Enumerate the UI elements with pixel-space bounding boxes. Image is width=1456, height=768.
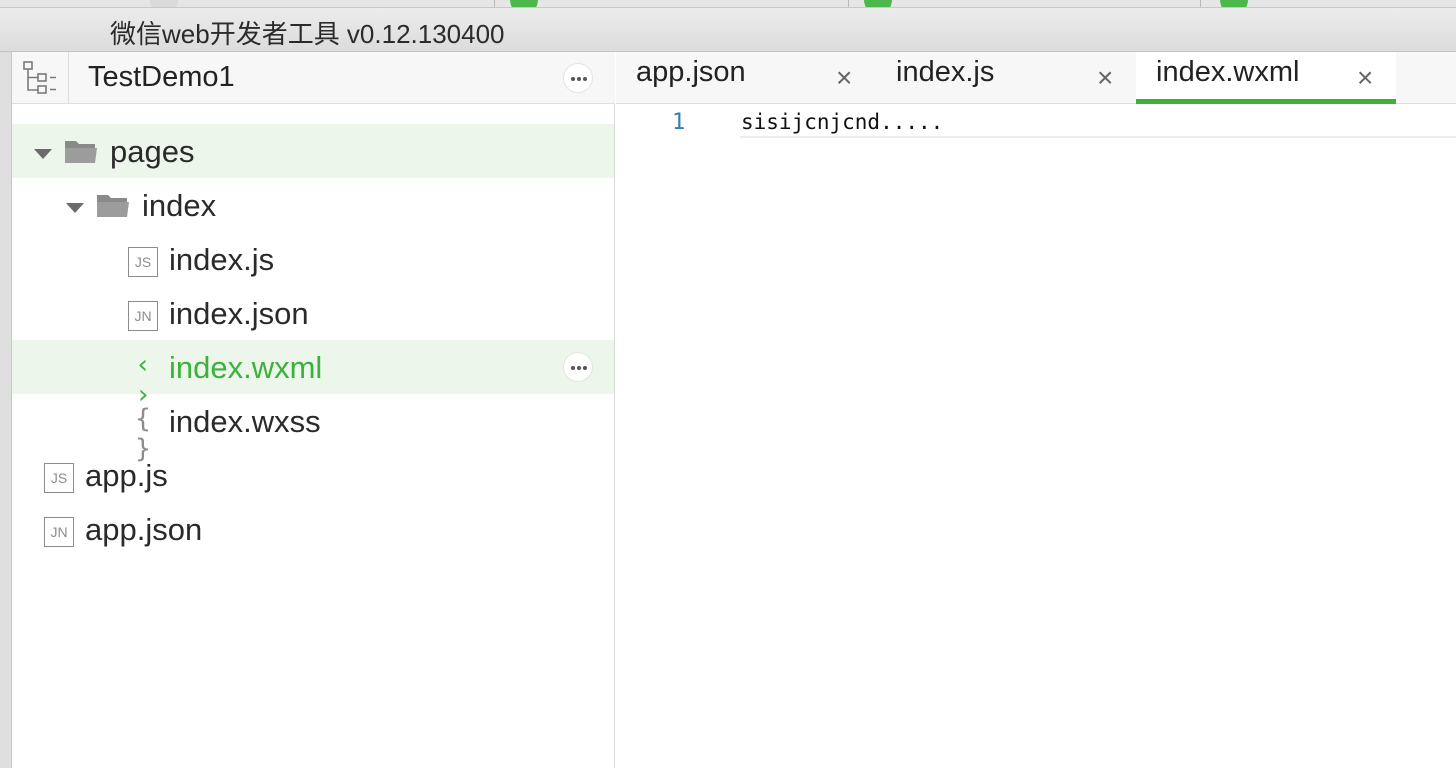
tab-index-js[interactable]: index.js × (876, 52, 1136, 104)
tree-item-label: index.json (169, 296, 309, 331)
json-file-icon: JN (44, 517, 74, 547)
tree-item-index-wxml[interactable]: ‹ › index.wxml (12, 340, 614, 410)
left-edge-strip (0, 52, 12, 768)
tree-item-pages-folder[interactable]: pages (12, 124, 614, 178)
tree-item-index-wxss[interactable]: { } index.wxss (12, 394, 614, 464)
expand-caret-icon[interactable] (66, 203, 84, 213)
tab-label: index.js (896, 56, 995, 88)
sidebar-header: TestDemo1 (12, 52, 615, 104)
folder-open-icon (97, 195, 129, 217)
tab-separator (494, 0, 495, 7)
tab-label: index.wxml (1156, 56, 1300, 88)
file-more-button[interactable] (563, 352, 593, 382)
browser-tab-strip (0, 0, 1456, 8)
tree-item-label: index (142, 188, 217, 223)
close-icon[interactable]: × (1357, 64, 1373, 92)
tree-item-label: index.wxml (169, 350, 323, 385)
json-file-icon: JN (128, 301, 158, 331)
tree-item-app-json[interactable]: JN app.json (12, 502, 614, 556)
tree-item-index-json[interactable]: JN index.json (12, 286, 614, 340)
window-title: 微信web开发者工具 v0.12.130400 (110, 19, 505, 49)
tab-favicon (1220, 0, 1248, 7)
tree-icon (23, 61, 56, 94)
editor-tab-bar: app.json × index.js × index.wxml × (616, 52, 1456, 104)
tree-item-label: pages (110, 134, 195, 169)
tab-label: app.json (636, 56, 746, 88)
tab-separator (848, 0, 849, 7)
tree-item-index-js[interactable]: JS index.js (12, 232, 614, 286)
tree-item-index-folder[interactable]: index (12, 178, 614, 232)
folder-open-icon (65, 141, 97, 163)
close-icon[interactable]: × (1097, 64, 1113, 92)
tree-item-label: index.js (169, 242, 275, 277)
project-more-button[interactable] (563, 63, 593, 93)
js-file-icon: JS (128, 247, 158, 277)
window-titlebar: 微信web开发者工具 v0.12.130400 (0, 8, 1456, 52)
close-icon[interactable]: × (836, 64, 852, 92)
code-editor: app.json × index.js × index.wxml × 1 sis… (616, 52, 1456, 768)
tab-index-wxml[interactable]: index.wxml × (1136, 52, 1396, 104)
tree-view-toggle[interactable] (12, 52, 69, 104)
code-text[interactable]: sisijcnjcnd..... (741, 110, 943, 134)
tree-item-label: app.js (85, 458, 168, 493)
line-number: 1 (672, 110, 686, 135)
tab-favicon (864, 0, 892, 7)
tab-favicon (510, 0, 538, 7)
tab-app-json[interactable]: app.json × (616, 52, 876, 104)
tab-separator (1200, 0, 1201, 7)
tree-item-app-js[interactable]: JS app.js (12, 448, 614, 502)
project-name: TestDemo1 (88, 61, 235, 93)
file-explorer-sidebar: TestDemo1 pages index JS index.js JN ind… (12, 52, 615, 768)
code-line[interactable]: 1 sisijcnjcnd..... (616, 108, 1456, 138)
expand-caret-icon[interactable] (34, 149, 52, 159)
tab-favicon (150, 0, 178, 7)
tree-item-label: app.json (85, 512, 203, 547)
tree-item-label: index.wxss (169, 404, 321, 439)
js-file-icon: JS (44, 463, 74, 493)
